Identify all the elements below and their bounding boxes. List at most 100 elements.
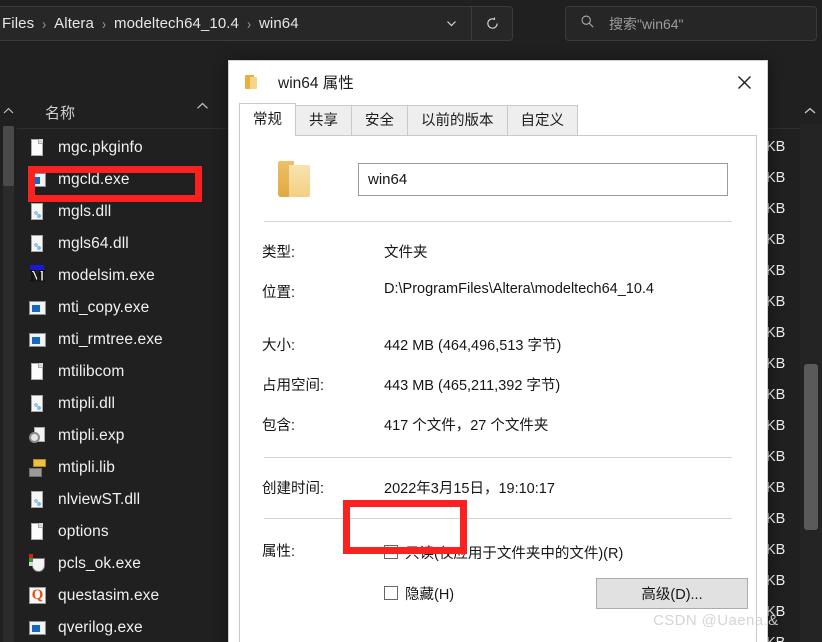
tab-2[interactable]: 安全 xyxy=(351,105,408,136)
left-scrollbar-thumb[interactable] xyxy=(3,126,14,186)
search-box[interactable]: 搜索"win64" xyxy=(565,6,817,41)
vertical-scrollbar-thumb[interactable] xyxy=(804,364,818,530)
application-icon xyxy=(28,170,47,190)
scroll-up-icon[interactable] xyxy=(800,100,820,122)
breadcrumb-separator-icon: › xyxy=(247,14,251,33)
attributes-list: 只读(仅应用于文件夹中的文件)(R) 隐藏(H) 高级(D)... xyxy=(384,540,748,622)
readonly-checkbox-row[interactable]: 只读(仅应用于文件夹中的文件)(R) xyxy=(384,540,734,564)
file-list-item[interactable]: options xyxy=(17,516,227,548)
field-created-value: 2022年3月15日，19:10:17 xyxy=(384,481,555,497)
file-list: mgc.pkginfo mgcld.exe mgls.dll mgls64.dll mo… xyxy=(17,132,227,642)
breadcrumb-item-files[interactable]: Files xyxy=(0,13,37,34)
address-bar: Files › Altera › modeltech64_10.4 › win6… xyxy=(0,0,822,48)
size-column: KBKBKBKBKBKBKBKBKBKBKBKBKBKBKBKBKBKBKBKB… xyxy=(766,132,796,642)
file-list-item[interactable]: mtilibcom xyxy=(17,356,227,388)
file-size-cell: KB xyxy=(766,170,786,186)
file-list-item[interactable]: questasim.exe xyxy=(17,580,227,612)
left-scroll-up-icon[interactable] xyxy=(0,100,17,122)
file-list-item[interactable]: nlviewST.dll xyxy=(17,484,227,516)
column-header-name[interactable]: 名称 xyxy=(17,96,212,128)
breadcrumb-separator-icon: › xyxy=(42,14,47,33)
file-name: mgcld.exe xyxy=(58,171,130,188)
field-type: 类型: 文件夹 xyxy=(262,222,734,262)
refresh-icon[interactable] xyxy=(472,7,512,40)
attributes-label: 属性: xyxy=(262,544,296,560)
breadcrumb-item-altera[interactable]: Altera xyxy=(51,13,97,34)
file-name: mti_copy.exe xyxy=(58,299,150,316)
file-size-cell: KB xyxy=(766,139,786,155)
file-size-cell: KB xyxy=(766,387,786,403)
large-folder-icon xyxy=(276,157,322,201)
file-list-item[interactable]: pcls_ok.exe xyxy=(17,548,227,580)
readonly-checkbox[interactable] xyxy=(384,545,398,559)
file-list-item[interactable]: mtipli.lib xyxy=(17,452,227,484)
tab-3[interactable]: 以前的版本 xyxy=(407,105,508,136)
file-list-item[interactable]: mtipli.exp xyxy=(17,420,227,452)
shield-application-icon xyxy=(28,554,47,574)
application-icon xyxy=(28,618,47,638)
field-type-label: 类型: xyxy=(262,245,296,261)
file-list-item[interactable]: mgc.pkginfo xyxy=(17,132,227,164)
left-scrollbar-track[interactable] xyxy=(3,126,14,642)
file-list-item[interactable]: mgcld.exe xyxy=(17,164,227,196)
file-name: mgls.dll xyxy=(58,203,112,220)
field-contains-value: 417 个文件，27 个文件夹 xyxy=(384,418,549,434)
tab-1[interactable]: 共享 xyxy=(295,105,352,136)
file-name: mtipli.dll xyxy=(58,395,115,412)
field-contains-label: 包含: xyxy=(262,418,296,434)
tab-0[interactable]: 常规 xyxy=(239,103,296,136)
file-size-cell: KB xyxy=(766,449,786,465)
exports-icon xyxy=(28,426,47,446)
file-name: nlviewST.dll xyxy=(58,491,141,508)
field-size-on-disk: 占用空间: 443 MB (465,211,392 字节) xyxy=(262,355,734,395)
file-list-item[interactable]: modelsim.exe xyxy=(17,260,227,292)
breadcrumb: Files › Altera › modeltech64_10.4 › win6… xyxy=(0,13,431,34)
field-location: 位置: D:\ProgramFiles\Altera\modeltech64_1… xyxy=(262,262,734,302)
properties-dialog: win64 属性 常规 共享 安全 以前的版本 自定义 win64 类型: 文件夹 位置… xyxy=(228,60,768,642)
field-type-value: 文件夹 xyxy=(384,245,428,261)
application-icon xyxy=(28,298,47,318)
file-name: mgls64.dll xyxy=(58,235,129,252)
document-icon xyxy=(28,138,47,158)
file-name: mti_rmtree.exe xyxy=(58,331,163,348)
chevron-down-icon[interactable] xyxy=(431,7,471,40)
hidden-checkbox[interactable] xyxy=(384,586,398,600)
field-contains: 包含: 417 个文件，27 个文件夹 xyxy=(262,395,734,435)
tab-4[interactable]: 自定义 xyxy=(506,105,578,136)
application-icon xyxy=(28,330,47,350)
file-size-cell: KB xyxy=(766,356,786,372)
file-list-item[interactable]: mti_rmtree.exe xyxy=(17,324,227,356)
file-list-item[interactable]: qverilog.exe xyxy=(17,612,227,642)
field-size-label: 大小: xyxy=(262,338,296,354)
file-list-item[interactable]: mti_copy.exe xyxy=(17,292,227,324)
folder-name-input[interactable]: win64 xyxy=(358,162,728,196)
file-size-cell: KB xyxy=(766,294,786,310)
file-list-item[interactable]: mtipli.dll xyxy=(17,388,227,420)
file-name: mtipli.exp xyxy=(58,427,125,444)
breadcrumb-item-win64[interactable]: win64 xyxy=(256,13,302,34)
search-icon xyxy=(580,14,595,34)
file-name: options xyxy=(58,523,109,540)
questasim-icon xyxy=(28,586,47,606)
attributes-row: 属性: 只读(仅应用于文件夹中的文件)(R) 隐藏(H) 高级(D)... xyxy=(262,519,748,622)
dialog-title-bar[interactable]: win64 属性 xyxy=(229,61,767,103)
breadcrumb-item-modeltech[interactable]: modeltech64_10.4 xyxy=(111,13,242,34)
folder-icon xyxy=(245,74,265,90)
field-size-on-disk-value: 443 MB (465,211,392 字节) xyxy=(384,378,561,394)
file-size-cell: KB xyxy=(766,201,786,217)
file-name: mtipli.lib xyxy=(58,459,115,476)
watermark: CSDN @Uaena.& xyxy=(653,612,779,629)
search-input-placeholder[interactable]: 搜索"win64" xyxy=(609,14,684,34)
file-size-cell: KB xyxy=(766,263,786,279)
folder-name-row: win64 xyxy=(262,136,734,209)
dll-icon xyxy=(28,234,47,254)
tab-panel-general: win64 类型: 文件夹 位置: D:\ProgramFiles\Altera… xyxy=(239,135,757,642)
close-icon[interactable] xyxy=(721,61,767,103)
file-list-item[interactable]: mgls64.dll xyxy=(17,228,227,260)
field-created-label: 创建时间: xyxy=(262,481,325,497)
address-breadcrumb-box[interactable]: Files › Altera › modeltech64_10.4 › win6… xyxy=(0,6,513,41)
file-list-item[interactable]: mgls.dll xyxy=(17,196,227,228)
advanced-button[interactable]: 高级(D)... xyxy=(596,578,748,609)
breadcrumb-separator-icon: › xyxy=(101,14,106,33)
document-icon xyxy=(28,362,47,382)
